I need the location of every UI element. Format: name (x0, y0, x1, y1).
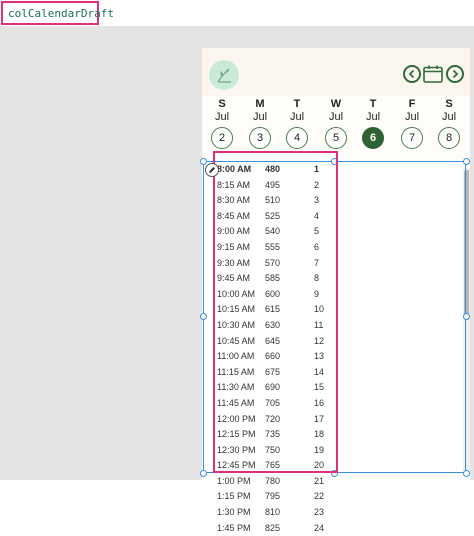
day-of-week: M (255, 98, 265, 110)
day-month: Jul (328, 111, 344, 123)
day-of-week: S (218, 98, 226, 110)
row-index: 24 (314, 522, 325, 533)
day-month: Jul (365, 111, 381, 123)
row-index: 21 (314, 475, 325, 486)
day-month: Jul (289, 111, 305, 123)
date-button[interactable]: 2 (211, 127, 233, 149)
day-month: Jul (214, 111, 230, 123)
gallery-row[interactable]: 1:30 PM 810 23 (217, 505, 327, 521)
name-box[interactable]: colCalendarDraft (1, 1, 114, 25)
gallery-row[interactable]: 1:45 PM 825 24 (217, 521, 327, 536)
resize-handle[interactable] (200, 470, 207, 477)
row-index: 22 (314, 491, 325, 502)
minutes-value: 825 (265, 522, 281, 533)
day-column: T Jul 4 (279, 98, 315, 149)
day-column: S Jul 8 (431, 98, 467, 149)
time-label: 1:45 PM (217, 522, 251, 533)
day-month: Jul (404, 111, 420, 123)
edit-pencil-icon[interactable] (205, 163, 219, 177)
date-button[interactable]: 7 (401, 127, 423, 149)
plant-logo-icon (209, 60, 239, 90)
date-button[interactable]: 4 (286, 127, 308, 149)
time-label: 1:00 PM (217, 475, 251, 486)
highlight-box (213, 151, 338, 473)
calendar-icon[interactable] (423, 65, 443, 83)
day-column: W Jul 5 (318, 98, 354, 149)
day-month: Jul (441, 111, 457, 123)
resize-handle[interactable] (463, 313, 470, 320)
time-label: 1:30 PM (217, 507, 251, 518)
row-index: 23 (314, 507, 325, 518)
date-button[interactable]: 8 (438, 127, 460, 149)
resize-handle[interactable] (463, 158, 470, 165)
day-column: S Jul 2 (204, 98, 240, 149)
minutes-value: 810 (265, 507, 281, 518)
day-of-week: T (293, 98, 301, 110)
chevron-right-icon[interactable] (446, 65, 464, 83)
minutes-value: 780 (265, 475, 281, 486)
resize-handle[interactable] (200, 158, 207, 165)
minutes-value: 795 (265, 491, 281, 502)
date-button[interactable]: 3 (249, 127, 271, 149)
calendar-header (202, 48, 470, 96)
day-of-week: F (408, 98, 416, 110)
day-of-week: T (369, 98, 377, 110)
day-column: M Jul 3 (242, 98, 278, 149)
date-button[interactable]: 5 (325, 127, 347, 149)
time-label: 1:15 PM (217, 491, 251, 502)
day-column: F Jul 7 (394, 98, 430, 149)
gallery-row[interactable]: 1:00 PM 780 21 (217, 474, 327, 490)
formula-bar: colCalendarDraft (0, 0, 474, 27)
day-of-week: S (445, 98, 453, 110)
chevron-left-icon[interactable] (403, 65, 421, 83)
day-column: T Jul 6 (355, 98, 391, 149)
resize-handle[interactable] (200, 313, 207, 320)
date-button-selected[interactable]: 6 (362, 127, 384, 149)
gallery-row[interactable]: 1:15 PM 795 22 (217, 489, 327, 505)
resize-handle[interactable] (463, 470, 470, 477)
week-strip: S Jul 2 M Jul 3 T Jul 4 W Jul 5 T Jul 6 … (202, 98, 470, 154)
day-month: Jul (252, 111, 268, 123)
day-of-week: W (330, 98, 342, 110)
